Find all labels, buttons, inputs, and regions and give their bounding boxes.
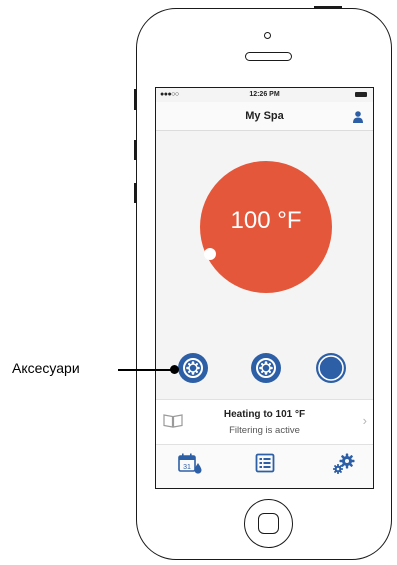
list-icon[interactable] — [255, 453, 275, 478]
page-title: My Spa — [245, 110, 284, 122]
settings-gears-icon[interactable] — [332, 453, 356, 480]
phone-side-button-volume-down — [134, 183, 137, 203]
phone-side-button-mute — [134, 89, 137, 110]
earpiece-speaker — [245, 52, 292, 61]
user-profile-icon[interactable] — [353, 110, 363, 128]
callout-pointer-dot — [170, 365, 179, 374]
accessory-button-2[interactable] — [251, 353, 281, 383]
filtering-status: Filtering is active — [229, 425, 300, 436]
temperature-dial-knob[interactable] — [204, 248, 216, 260]
status-time: 12:26 PM — [249, 91, 280, 98]
home-button[interactable] — [244, 499, 293, 548]
phone-side-button-volume-up — [134, 140, 137, 160]
accessory-button-3[interactable] — [316, 353, 346, 383]
app-screen: ●●●○○ 12:26 PM My Spa 100 °F Heating to … — [155, 87, 374, 489]
navigation-bar: My Spa — [156, 102, 373, 131]
battery-icon — [355, 92, 367, 97]
temperature-readout: 100 °F — [230, 207, 302, 234]
home-button-square-icon — [258, 513, 279, 534]
calendar-day-label: 31 — [183, 464, 191, 471]
chevron-right-icon: › — [362, 413, 367, 428]
tab-bar: 31 — [156, 445, 373, 488]
accessory-button-1[interactable] — [178, 353, 208, 383]
pump-jets-icon — [183, 358, 203, 378]
spa-status-panel[interactable]: Heating to 101 °F Filtering is active › — [156, 399, 373, 445]
calendar-icon[interactable]: 31 — [178, 453, 202, 480]
callout-leader-line — [118, 369, 173, 371]
temperature-dial[interactable]: 100 °F — [200, 161, 332, 293]
heating-status: Heating to 101 °F — [223, 409, 306, 420]
pump-jets-icon — [256, 358, 276, 378]
front-camera — [264, 32, 271, 39]
status-bar: ●●●○○ 12:26 PM — [156, 88, 373, 102]
accessories-callout-label: Аксесуари — [12, 360, 80, 376]
light-ring-icon — [318, 355, 344, 381]
phone-top-button — [314, 6, 342, 8]
